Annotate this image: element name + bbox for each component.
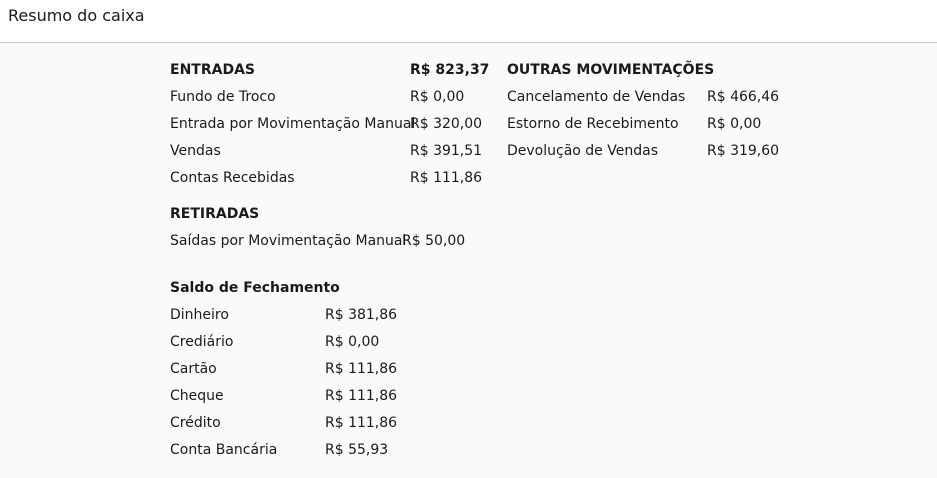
outras-item-label: Cancelamento de Vendas xyxy=(507,89,686,105)
saldo-item-label: Cheque xyxy=(170,388,224,404)
saldo-heading: Saldo de Fechamento xyxy=(170,280,340,296)
saldo-item-value: R$ 111,86 xyxy=(325,415,398,431)
outras-item-value: R$ 319,60 xyxy=(707,143,780,159)
entradas-total: R$ 823,37 xyxy=(410,62,490,78)
saldo-item-label: Dinheiro xyxy=(170,307,229,323)
page-title: Resumo do caixa xyxy=(8,6,145,25)
entradas-heading: ENTRADAS xyxy=(170,62,255,78)
retiradas-heading: RETIRADAS xyxy=(170,206,260,222)
title-bar: Resumo do caixa xyxy=(0,0,937,43)
saldo-item-label: Crédito xyxy=(170,415,221,431)
entradas-item-label: Fundo de Troco xyxy=(170,89,276,105)
saldo-item-value: R$ 55,93 xyxy=(325,442,389,458)
entradas-item-value: R$ 391,51 xyxy=(410,143,483,159)
entradas-item-label: Entrada por Movimentação Manual xyxy=(170,116,416,132)
retiradas-item-value: R$ 50,00 xyxy=(402,233,466,249)
outras-item-value: R$ 0,00 xyxy=(707,116,762,132)
saldo-item-label: Cartão xyxy=(170,361,217,377)
outras-item-value: R$ 466,46 xyxy=(707,89,780,105)
entradas-item-label: Contas Recebidas xyxy=(170,170,295,186)
saldo-item-value: R$ 381,86 xyxy=(325,307,398,323)
saldo-item-value: R$ 0,00 xyxy=(325,334,380,350)
retiradas-item-label: Saídas por Movimentação Manual xyxy=(170,233,407,249)
saldo-item-value: R$ 111,86 xyxy=(325,388,398,404)
saldo-item-label: Crediário xyxy=(170,334,234,350)
saldo-item-label: Conta Bancária xyxy=(170,442,278,458)
entradas-item-value: R$ 320,00 xyxy=(410,116,483,132)
outras-item-label: Estorno de Recebimento xyxy=(507,116,679,132)
entradas-item-value: R$ 111,86 xyxy=(410,170,483,186)
entradas-item-label: Vendas xyxy=(170,143,221,159)
outras-heading: OUTRAS MOVIMENTAÇÕES xyxy=(507,62,715,78)
outras-item-label: Devolução de Vendas xyxy=(507,143,658,159)
saldo-item-value: R$ 111,86 xyxy=(325,361,398,377)
entradas-item-value: R$ 0,00 xyxy=(410,89,465,105)
